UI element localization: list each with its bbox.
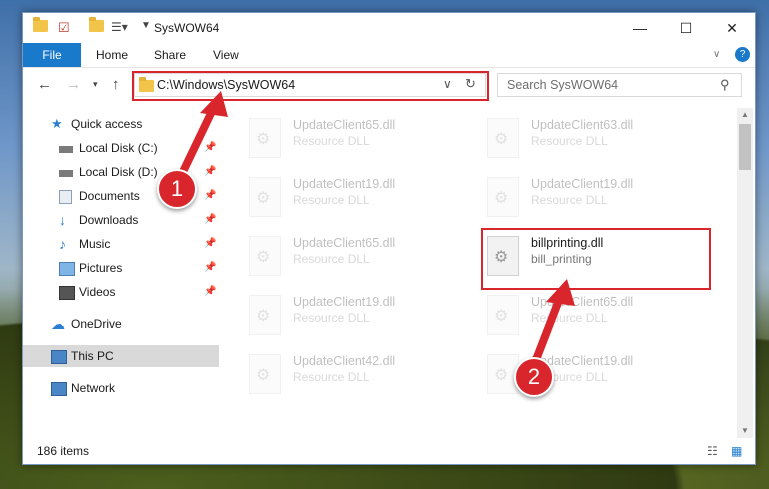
step-2-badge: 2 [514,357,554,397]
arrow-line-2 [530,291,565,369]
arrow-head-1 [200,91,228,117]
step-1-badge: 1 [157,169,197,209]
explorer-window: ☑ ☰▾ ▼ SysWOW64 — ☐ ✕ File Home Share Vi… [22,12,756,465]
arrow-line-1 [176,101,219,182]
annotation-arrows [176,91,575,369]
arrow-head-2 [546,279,575,306]
